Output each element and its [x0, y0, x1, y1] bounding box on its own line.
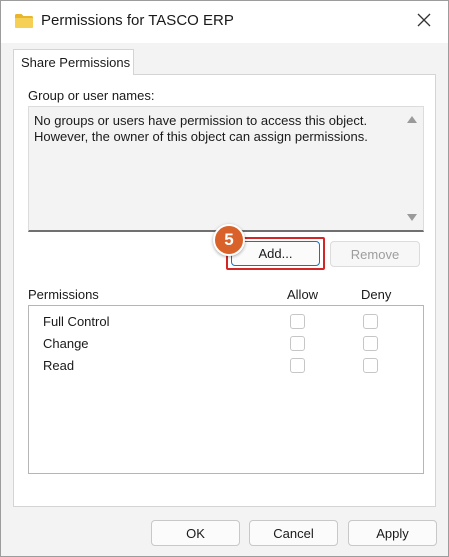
group-user-list[interactable]: No groups or users have permission to ac… [28, 106, 424, 232]
deny-checkbox[interactable] [363, 314, 378, 329]
allow-checkbox[interactable] [290, 358, 305, 373]
close-button[interactable] [404, 5, 444, 37]
title-bar: Permissions for TASCO ERP [1, 1, 448, 43]
permission-name: Change [43, 336, 89, 351]
permissions-list: Full Control Change Read [28, 305, 424, 474]
scroll-down-icon[interactable] [407, 214, 417, 221]
scroll-up-icon[interactable] [407, 116, 417, 123]
permission-name: Full Control [43, 314, 110, 329]
remove-button[interactable]: Remove [330, 241, 420, 267]
ok-button[interactable]: OK [151, 520, 240, 546]
cancel-button[interactable]: Cancel [249, 520, 338, 546]
deny-checkbox[interactable] [363, 336, 378, 351]
permissions-dialog: Permissions for TASCO ERP Share Permissi… [0, 0, 449, 557]
close-icon [417, 13, 431, 30]
permission-row-read: Read [29, 355, 423, 377]
permission-row-full-control: Full Control [29, 311, 423, 333]
group-empty-message: No groups or users have permission to ac… [34, 113, 368, 144]
deny-checkbox[interactable] [363, 358, 378, 373]
folder-icon [15, 14, 33, 28]
apply-button[interactable]: Apply [348, 520, 437, 546]
deny-header: Deny [361, 287, 392, 302]
tab-share-permissions[interactable]: Share Permissions [13, 49, 134, 75]
allow-checkbox[interactable] [290, 336, 305, 351]
permission-name: Read [43, 358, 75, 373]
step-badge: 5 [213, 224, 245, 256]
window-title: Permissions for TASCO ERP [41, 12, 234, 29]
group-label: Group or user names: [28, 88, 155, 103]
allow-header: Allow [287, 287, 319, 302]
add-button[interactable]: Add... [231, 241, 320, 266]
allow-checkbox[interactable] [290, 314, 305, 329]
permission-row-change: Change [29, 333, 423, 355]
permissions-header: Permissions [28, 287, 99, 302]
